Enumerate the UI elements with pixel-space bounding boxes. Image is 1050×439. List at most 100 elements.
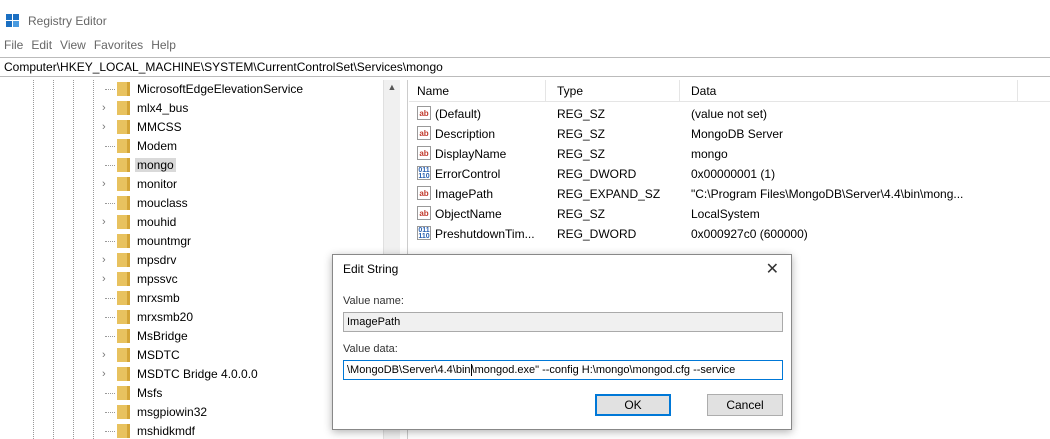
column-data-header[interactable]: Data xyxy=(691,84,716,98)
value-row[interactable]: 011 110 PreshutdownTim... REG_DWORD 0x00092… xyxy=(409,224,1050,244)
string-value-icon: ab xyxy=(417,106,431,120)
tree-item-label: mpsdrv xyxy=(137,253,177,267)
menu-bar: File Edit View Favorites Help xyxy=(0,34,1050,56)
tree-item[interactable]: mongo xyxy=(0,156,383,175)
tree-item[interactable]: msgpiowin32 xyxy=(0,403,383,422)
dialog-title: Edit String xyxy=(343,262,399,276)
folder-icon xyxy=(117,367,130,381)
value-name-text: ImagePath xyxy=(347,316,401,328)
value-name-label: Value name: xyxy=(343,295,404,307)
chevron-right-icon[interactable]: › xyxy=(102,102,106,114)
dword-value-icon: 011 110 xyxy=(417,226,431,240)
tree-item[interactable]: › mpsdrv xyxy=(0,251,383,270)
value-name-cell: Description xyxy=(435,127,496,141)
tree-item-label: mlx4_bus xyxy=(137,101,189,115)
folder-icon xyxy=(117,101,130,115)
tree-item-label: MicrosoftEdgeElevationService xyxy=(137,82,304,96)
tree-item[interactable]: mountmgr xyxy=(0,232,383,251)
dword-value-icon: 011 110 xyxy=(417,166,431,180)
value-data-cell: MongoDB Server xyxy=(691,127,784,141)
value-row[interactable]: ab Description REG_SZ MongoDB Server xyxy=(409,124,1050,144)
folder-icon xyxy=(117,82,130,96)
tree-connector xyxy=(105,336,115,337)
window-title: Registry Editor xyxy=(28,14,107,28)
column-separator[interactable] xyxy=(679,80,680,102)
value-row[interactable]: ab DisplayName REG_SZ mongo xyxy=(409,144,1050,164)
value-data-field[interactable]: \MongoDB\Server\4.4\bin\mongod.exe" --co… xyxy=(343,360,783,380)
tree-item-label: MsBridge xyxy=(137,329,188,343)
chevron-right-icon[interactable]: › xyxy=(102,216,106,228)
tree-item[interactable]: Modem xyxy=(0,137,383,156)
menu-favorites[interactable]: Favorites xyxy=(94,38,143,52)
folder-icon xyxy=(117,424,130,438)
tree-connector xyxy=(105,203,115,204)
chevron-right-icon[interactable]: › xyxy=(102,273,106,285)
folder-icon xyxy=(117,215,130,229)
folder-icon xyxy=(117,196,130,210)
column-type-header[interactable]: Type xyxy=(557,84,583,98)
value-row[interactable]: ab ImagePath REG_EXPAND_SZ "C:\Program File… xyxy=(409,184,1050,204)
scroll-up-arrow-icon[interactable]: ▲ xyxy=(384,82,400,96)
cancel-button[interactable]: Cancel xyxy=(707,394,783,416)
folder-icon xyxy=(117,139,130,153)
value-row[interactable]: ab (Default) REG_SZ (value not set) xyxy=(409,104,1050,124)
tree-item-label: mountmgr xyxy=(137,234,192,248)
tree-item[interactable]: mrxsmb xyxy=(0,289,383,308)
tree-item-label: Modem xyxy=(137,139,178,153)
menu-edit[interactable]: Edit xyxy=(31,38,52,52)
tree-item[interactable]: mrxsmb20 xyxy=(0,308,383,327)
folder-icon xyxy=(117,253,130,267)
folder-icon xyxy=(117,158,130,172)
value-name-cell: DisplayName xyxy=(435,147,507,161)
value-row[interactable]: ab ObjectName REG_SZ LocalSystem xyxy=(409,204,1050,224)
tree-item[interactable]: › MSDTC xyxy=(0,346,383,365)
chevron-right-icon[interactable]: › xyxy=(102,349,106,361)
folder-icon xyxy=(117,272,130,286)
value-type-cell: REG_SZ xyxy=(557,107,606,121)
value-data-label: Value data: xyxy=(343,343,398,355)
tree-item[interactable]: › MSDTC Bridge 4.0.0.0 xyxy=(0,365,383,384)
tree-item[interactable]: mouclass xyxy=(0,194,383,213)
tree-connector xyxy=(105,146,115,147)
value-name-cell: PreshutdownTim... xyxy=(435,227,535,241)
tree-item[interactable]: MsBridge xyxy=(0,327,383,346)
tree-item-label: MMCSS xyxy=(137,120,182,134)
tree-item[interactable]: › mlx4_bus xyxy=(0,99,383,118)
tree-item[interactable]: › monitor xyxy=(0,175,383,194)
menu-file[interactable]: File xyxy=(4,38,23,52)
folder-icon xyxy=(117,386,130,400)
value-type-cell: REG_SZ xyxy=(557,207,606,221)
tree-item[interactable]: Msfs xyxy=(0,384,383,403)
column-separator[interactable] xyxy=(545,80,546,102)
value-type-cell: REG_DWORD xyxy=(557,167,637,181)
value-data-cell: 0x00000001 (1) xyxy=(691,167,776,181)
tree-item[interactable]: › MMCSS xyxy=(0,118,383,137)
tree-item[interactable]: › mouhid xyxy=(0,213,383,232)
string-value-icon: ab xyxy=(417,186,431,200)
menu-view[interactable]: View xyxy=(60,38,86,52)
tree-item[interactable]: mshidkmdf xyxy=(0,422,383,439)
tree-item-label: MSDTC xyxy=(137,348,180,362)
chevron-right-icon[interactable]: › xyxy=(102,368,106,380)
folder-icon xyxy=(117,291,130,305)
chevron-right-icon[interactable]: › xyxy=(102,254,106,266)
ok-button[interactable]: OK xyxy=(595,394,671,416)
chevron-right-icon[interactable]: › xyxy=(102,121,106,133)
value-name-field: ImagePath xyxy=(343,312,783,332)
value-name-cell: ErrorControl xyxy=(435,167,501,181)
chevron-right-icon[interactable]: › xyxy=(102,178,106,190)
value-row[interactable]: 011 110 ErrorControl REG_DWORD 0x00000001 (… xyxy=(409,164,1050,184)
menu-help[interactable]: Help xyxy=(151,38,176,52)
title-bar: Registry Editor xyxy=(0,8,1050,34)
tree-connector xyxy=(105,431,115,432)
value-data-text-after: \mongod.exe" --config H:\mongo\mongod.cf… xyxy=(471,364,736,376)
close-icon[interactable]: ✕ xyxy=(766,259,779,279)
tree-item[interactable]: › mpssvc xyxy=(0,270,383,289)
value-data-cell: "C:\Program Files\MongoDB\Server\4.4\bin… xyxy=(691,187,964,201)
column-name-header[interactable]: Name xyxy=(417,84,449,98)
tree-connector xyxy=(105,165,115,166)
tree-item[interactable]: MicrosoftEdgeElevationService xyxy=(0,80,383,99)
column-separator[interactable] xyxy=(1017,80,1018,102)
value-data-cell: 0x000927c0 (600000) xyxy=(691,227,808,241)
address-bar[interactable]: Computer\HKEY_LOCAL_MACHINE\SYSTEM\Curre… xyxy=(0,57,1050,77)
